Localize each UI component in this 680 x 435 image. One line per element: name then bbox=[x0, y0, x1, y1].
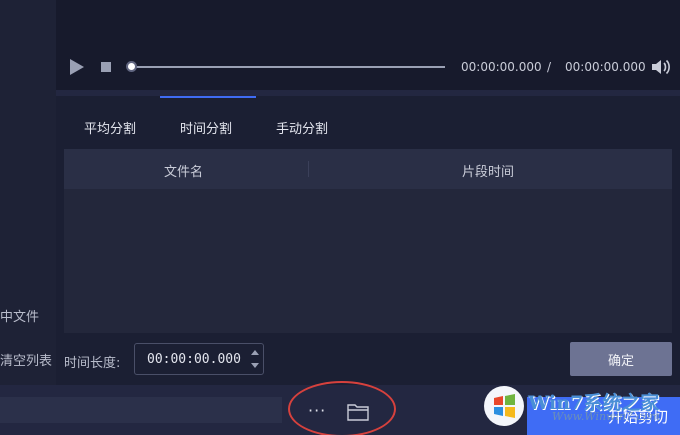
start-cut-button[interactable]: 开始剪切 bbox=[527, 397, 680, 435]
segment-table: 文件名 片段时间 bbox=[64, 149, 672, 333]
volume-icon[interactable] bbox=[650, 58, 672, 76]
tab-time-split[interactable]: 时间分割 bbox=[180, 118, 232, 137]
column-header-filename: 文件名 bbox=[164, 165, 204, 180]
tab-average-split[interactable]: 平均分割 bbox=[84, 118, 136, 137]
split-panel: 平均分割 时间分割 手动分割 文件名 片段时间 时间长度: 确定 bbox=[56, 96, 680, 385]
left-panel-item-add-file[interactable]: 中文件 bbox=[0, 306, 39, 325]
progress-handle[interactable] bbox=[126, 61, 137, 72]
progress-slider[interactable] bbox=[130, 66, 445, 68]
folder-icon[interactable] bbox=[346, 402, 370, 422]
time-separator: / bbox=[547, 60, 552, 74]
stop-icon[interactable] bbox=[101, 62, 111, 72]
left-panel: 中文件 清空列表 bbox=[0, 0, 56, 385]
player-controls: 00:00:00.000 / 00:00:00.000 bbox=[56, 50, 680, 86]
tab-manual-split[interactable]: 手动分割 bbox=[276, 118, 328, 137]
bottom-bar: ··· 开始剪切 bbox=[0, 381, 680, 435]
more-options-button[interactable]: ··· bbox=[308, 401, 326, 420]
current-time: 00:00:00.000 bbox=[461, 60, 542, 74]
total-time: 00:00:00.000 bbox=[565, 60, 646, 74]
left-panel-item-clear-list[interactable]: 清空列表 bbox=[0, 350, 52, 369]
highlight-annotation bbox=[288, 381, 396, 435]
play-icon[interactable] bbox=[70, 59, 84, 75]
confirm-button[interactable]: 确定 bbox=[570, 342, 672, 376]
duration-stepper[interactable] bbox=[134, 343, 264, 375]
active-tab-indicator bbox=[160, 96, 256, 98]
duration-label: 时间长度: bbox=[64, 356, 121, 371]
stepper-up-icon[interactable] bbox=[250, 348, 260, 358]
duration-input[interactable] bbox=[147, 350, 243, 368]
table-header: 文件名 片段时间 bbox=[64, 149, 672, 189]
output-path-field[interactable] bbox=[0, 397, 282, 423]
column-header-segment-time: 片段时间 bbox=[462, 165, 515, 180]
stepper-down-icon[interactable] bbox=[250, 360, 260, 370]
column-divider bbox=[308, 161, 309, 177]
